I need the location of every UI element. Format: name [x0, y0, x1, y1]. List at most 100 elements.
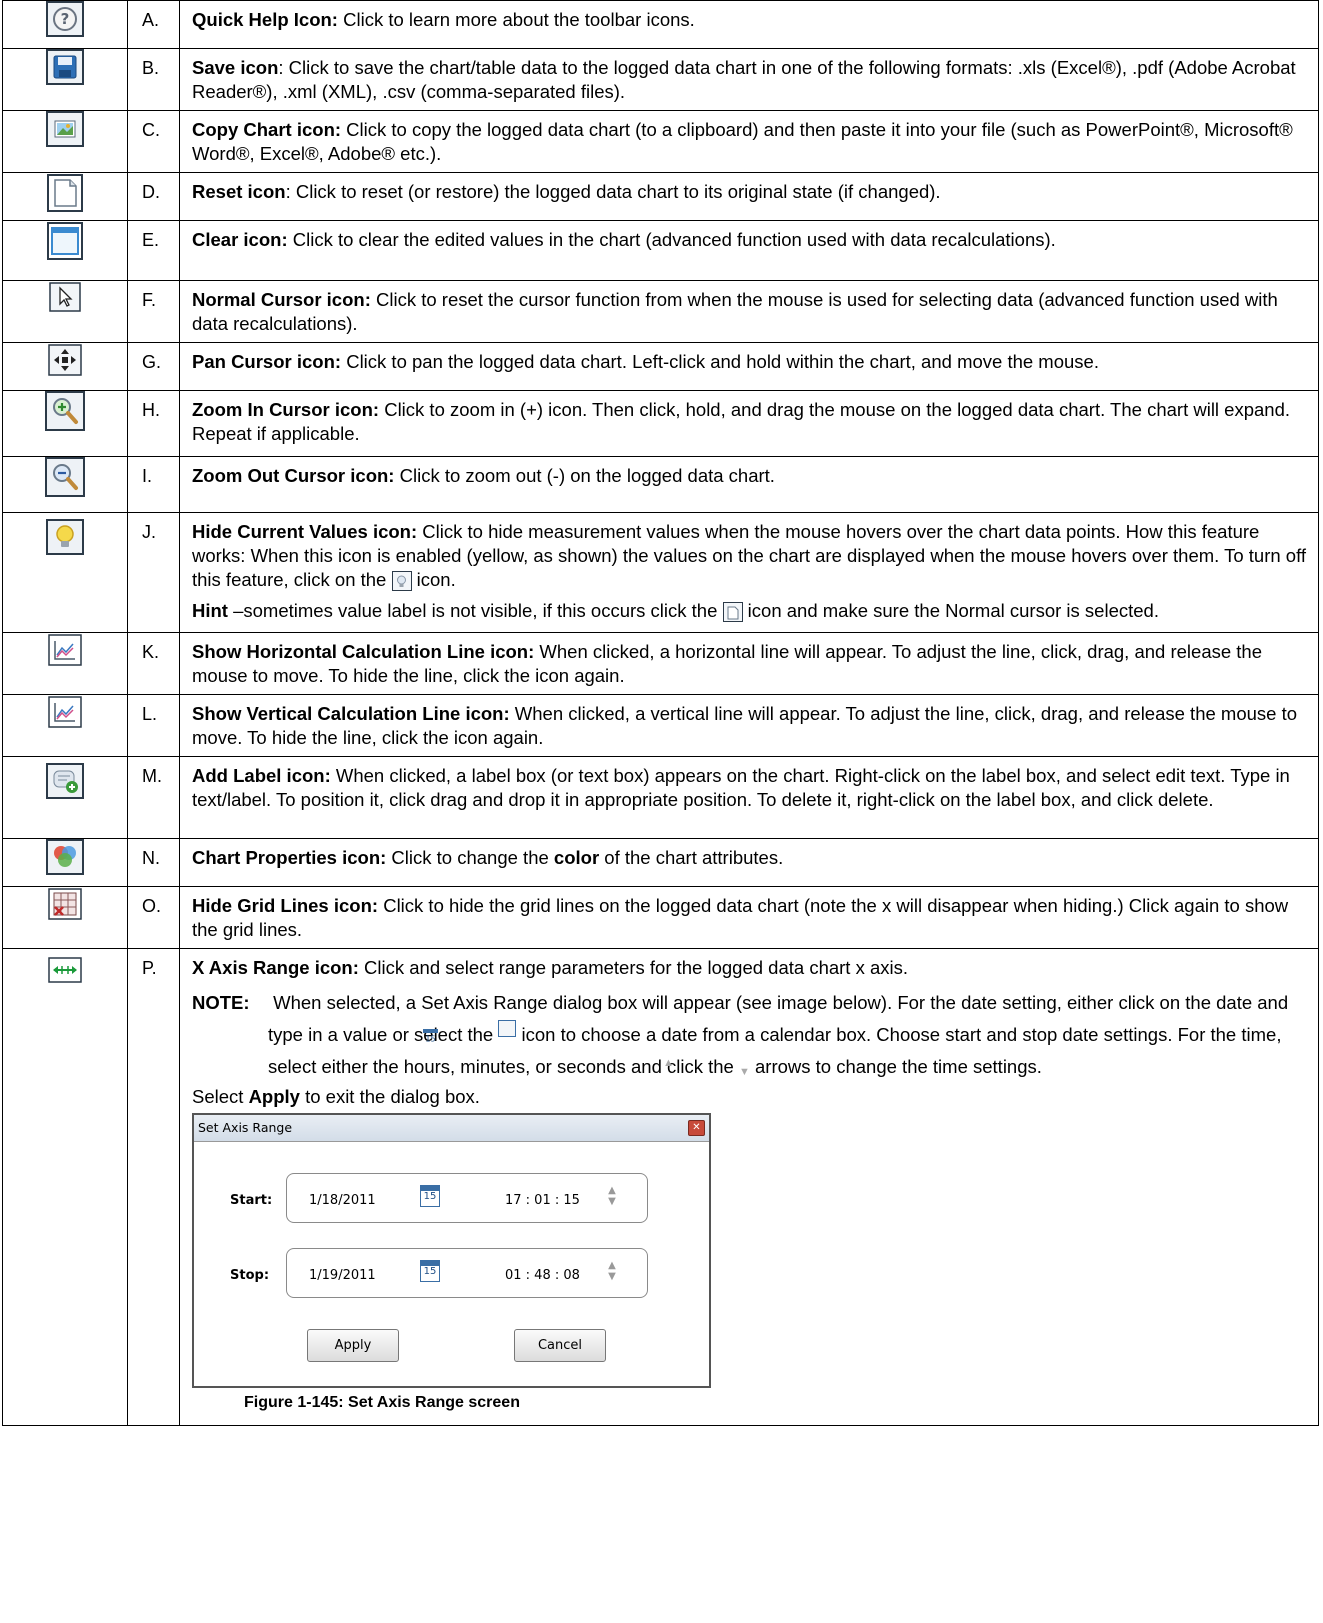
toolbar-icons-table: ? A. Quick Help Icon: Click to learn mor… [2, 0, 1319, 1426]
table-row: B. Save icon: Click to save the chart/ta… [2, 48, 1319, 111]
row-letter: B. [127, 48, 180, 111]
cancel-button[interactable]: Cancel [514, 1329, 606, 1362]
row-label: Chart Properties icon: [192, 847, 387, 868]
row-label: Add Label icon: [192, 765, 331, 786]
table-row: L. Show Vertical Calculation Line icon: … [2, 694, 1319, 757]
row-bold-word: color [553, 847, 600, 868]
row-letter: M. [127, 756, 180, 839]
hint-label: Hint [192, 600, 228, 621]
row-text: Click to zoom out (-) on the logged data… [394, 465, 775, 486]
row-label: Normal Cursor icon: [192, 289, 371, 310]
zoom-in-icon [45, 391, 85, 431]
table-row: G. Pan Cursor icon: Click to pan the log… [2, 342, 1319, 391]
row-text: Click to learn more about the toolbar ic… [337, 9, 695, 30]
arrow-cursor-icon [48, 281, 82, 313]
lightbulb-off-icon [391, 571, 412, 591]
row-text: : Click to save the chart/table data to … [192, 57, 1296, 102]
row-text: : Click to reset (or restore) the logged… [285, 181, 941, 202]
row-letter: J. [127, 512, 180, 633]
stop-row: 1/19/2011 15 01 : 48 : 08 ▲ ▼ [286, 1248, 648, 1298]
row-letter: A. [127, 0, 180, 49]
add-label-icon [46, 763, 84, 799]
spin-arrows-icon[interactable]: ▲ ▼ [605, 1185, 619, 1207]
table-row: M. Add Label icon: When clicked, a label… [2, 756, 1319, 839]
row-text: Click to clear the edited values in the … [287, 229, 1056, 250]
figure-caption: Figure 1-145: Set Axis Range screen [244, 1394, 520, 1411]
blank-page-icon [46, 173, 84, 213]
table-row: D. Reset icon: Click to reset (or restor… [2, 172, 1319, 221]
row-letter: K. [127, 632, 180, 695]
apply-paragraph: Select Apply to exit the dialog box. [192, 1085, 1310, 1109]
spin-arrows-icon: ▲ ▼ [662, 1057, 750, 1079]
note-paragraph: NOTE: When selected, a Set Axis Range di… [192, 987, 1310, 1083]
hint-text: –sometimes value label is not visible, i… [227, 600, 718, 621]
row-letter: E. [127, 220, 180, 281]
close-icon[interactable]: ✕ [688, 1120, 705, 1136]
stop-label: Stop: [230, 1268, 270, 1283]
start-row: 1/18/2011 15 17 : 01 : 15 ▲ ▼ [286, 1173, 648, 1223]
blank-page-icon [722, 602, 743, 622]
hint-text-after: icon and make sure the Normal cursor is … [742, 600, 1159, 621]
calendar-icon[interactable]: 15 [420, 1260, 440, 1282]
svg-text:?: ? [61, 10, 70, 28]
stop-time-field[interactable]: 01 : 48 : 08 [505, 1264, 580, 1288]
horizontal-range-icon [48, 957, 82, 983]
row-label: X Axis Range icon: [192, 957, 359, 978]
row-label: Clear icon: [192, 229, 288, 250]
table-row: I. Zoom Out Cursor icon: Click to zoom o… [2, 456, 1319, 513]
note-label: NOTE: [192, 992, 250, 1013]
apply-bold-text: Apply [248, 1086, 300, 1107]
table-row: H. Zoom In Cursor icon: Click to zoom in… [2, 390, 1319, 457]
table-row: P. X Axis Range icon: Click and select r… [2, 948, 1319, 1426]
apply-button[interactable]: Apply [307, 1329, 399, 1362]
row-text: of the chart attributes. [599, 847, 784, 868]
start-time-field[interactable]: 17 : 01 : 15 [505, 1189, 580, 1213]
clear-window-icon [46, 221, 84, 261]
row-label: Pan Cursor icon: [192, 351, 342, 372]
table-row: N. Chart Properties icon: Click to chang… [2, 838, 1319, 887]
row-text: Click and select range parameters for th… [358, 957, 909, 978]
start-date-field[interactable]: 1/18/2011 [309, 1189, 376, 1213]
row-label: Hide Grid Lines icon: [192, 895, 379, 916]
floppy-save-icon [46, 49, 84, 85]
row-label: Zoom Out Cursor icon: [192, 465, 395, 486]
row-letter: C. [127, 110, 180, 173]
table-row: J. Hide Current Values icon: Click to hi… [2, 512, 1319, 633]
dialog-title-bar: Set Axis Range ✕ [194, 1115, 709, 1142]
pan-arrows-icon [47, 343, 83, 377]
row-text-after: icon. [411, 569, 456, 590]
row-letter: P. [127, 948, 180, 1426]
calendar-icon[interactable]: 15 [420, 1185, 440, 1207]
row-label: Zoom In Cursor icon: [192, 399, 380, 420]
table-row: E. Clear icon: Click to clear the edited… [2, 220, 1319, 281]
row-text: When clicked, a label box (or text box) … [192, 765, 1290, 810]
row-label: Reset icon [192, 181, 286, 202]
start-label: Start: [230, 1193, 273, 1208]
grid-lines-icon [47, 887, 83, 921]
row-letter: H. [127, 390, 180, 457]
copy-chart-icon [46, 111, 84, 147]
color-circles-icon [46, 839, 84, 875]
note-text-3: arrows to change the time settings. [749, 1056, 1042, 1077]
row-letter: O. [127, 886, 180, 949]
row-label: Save icon [192, 57, 279, 78]
apply-post-text: to exit the dialog box. [299, 1086, 480, 1107]
row-label: Quick Help Icon: [192, 9, 338, 30]
row-letter: G. [127, 342, 180, 391]
table-row: O. Hide Grid Lines icon: Click to hide t… [2, 886, 1319, 949]
dialog-title: Set Axis Range [198, 1120, 293, 1135]
row-label: Show Horizontal Calculation Line icon: [192, 641, 535, 662]
line-chart-icon [47, 633, 83, 667]
stop-date-field[interactable]: 1/19/2011 [309, 1264, 376, 1288]
zoom-out-icon [45, 457, 85, 497]
row-letter: L. [127, 694, 180, 757]
row-label: Show Vertical Calculation Line icon: [192, 703, 510, 724]
svg-text:15: 15 [426, 1035, 436, 1044]
row-label: Copy Chart icon: [192, 119, 342, 140]
spin-arrows-icon[interactable]: ▲ ▼ [605, 1260, 619, 1282]
hint-paragraph: Hint –sometimes value label is not visib… [192, 599, 1310, 623]
apply-pre-text: Select [192, 1086, 249, 1107]
table-row: C. Copy Chart icon: Click to copy the lo… [2, 110, 1319, 173]
row-letter: D. [127, 172, 180, 221]
table-row: F. Normal Cursor icon: Click to reset th… [2, 280, 1319, 343]
